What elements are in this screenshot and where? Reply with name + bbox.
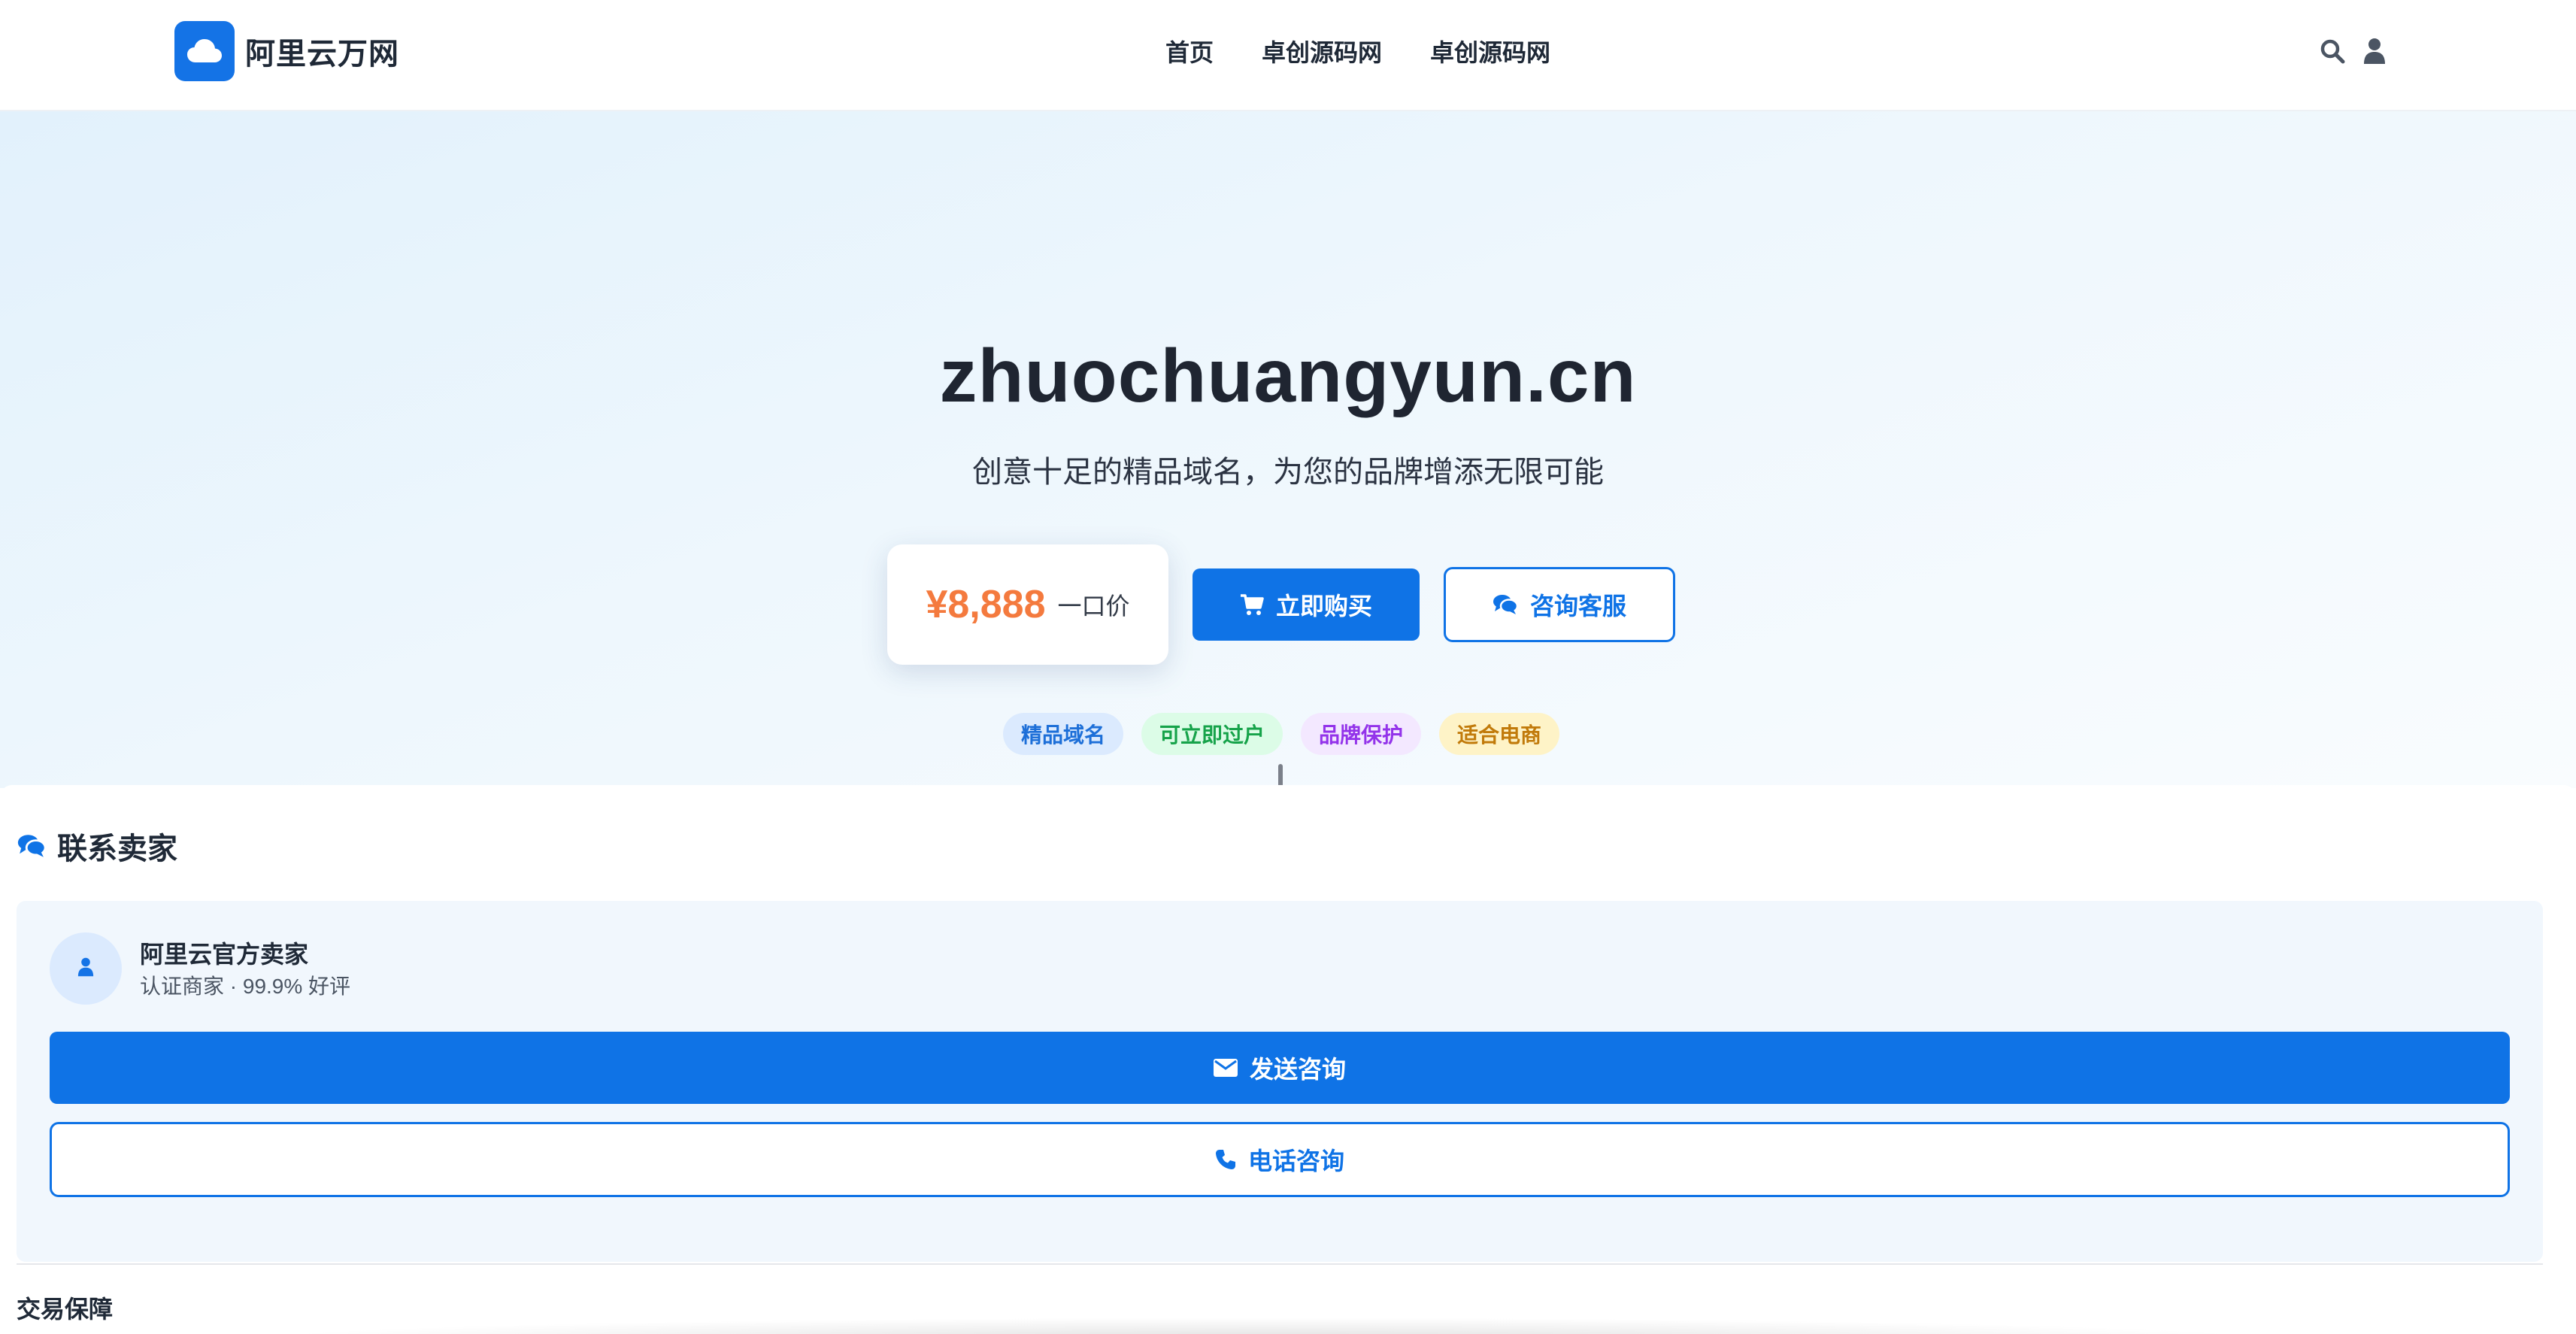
cart-icon: [1240, 593, 1264, 616]
nav-item-source-1[interactable]: 卓创源码网: [1262, 34, 1382, 68]
send-inquiry-label: 发送咨询: [1249, 1056, 1346, 1083]
user-icon: [77, 957, 94, 981]
hero-subtitle: 创意十足的精品域名，为您的品牌增添无限可能: [972, 456, 1604, 489]
feature-tags: 精品域名 可立即过户 品牌保护 适合电商: [1003, 713, 1560, 755]
avatar: [50, 932, 122, 1005]
buy-now-button[interactable]: 立即购买: [1193, 568, 1420, 641]
nav-item-home[interactable]: 首页: [1165, 34, 1214, 68]
trade-guarantee-title: 交易保障: [17, 1296, 114, 1323]
tag-ecommerce: 适合电商: [1439, 713, 1560, 755]
domain-name-title: zhuochuangyun.cn: [939, 334, 1637, 418]
consult-service-label: 咨询客服: [1529, 593, 1626, 620]
section-divider: [17, 1263, 2543, 1265]
contact-section-title: 联系卖家: [17, 824, 177, 868]
buy-now-label: 立即购买: [1275, 593, 1372, 620]
tag-transfer: 可立即过户: [1141, 713, 1283, 755]
cloud-icon: [174, 21, 235, 81]
send-inquiry-button[interactable]: 发送咨询: [50, 1032, 2510, 1104]
contact-title-text: 联系卖家: [57, 832, 177, 866]
chat-icon: [1493, 593, 1518, 616]
bottom-card-shadow: [241, 1317, 2286, 1334]
phone-inquiry-button[interactable]: 电话咨询: [50, 1122, 2510, 1197]
price-value: ¥8,888: [926, 583, 1046, 626]
site-logo[interactable]: 阿里云万网: [174, 21, 399, 81]
hero-section: zhuochuangyun.cn 创意十足的精品域名，为您的品牌增添无限可能 ¥…: [0, 111, 2576, 799]
price-type-label: 一口价: [1057, 593, 1130, 620]
nav-item-source-2[interactable]: 卓创源码网: [1430, 34, 1550, 68]
consult-service-button[interactable]: 咨询客服: [1444, 567, 1675, 642]
seller-panel: 阿里云官方卖家 认证商家 · 99.9% 好评 发送咨询 电话咨询: [17, 901, 2543, 1262]
tag-brand-protection: 品牌保护: [1301, 713, 1422, 755]
seller-rating: 认证商家 · 99.9% 好评: [140, 975, 351, 998]
search-icon[interactable]: [2316, 35, 2349, 68]
phone-icon: [1215, 1149, 1236, 1170]
phone-inquiry-label: 电话咨询: [1247, 1148, 1344, 1175]
user-icon[interactable]: [2358, 35, 2391, 68]
main-nav: 首页 卓创源码网 卓创源码网: [1165, 30, 1550, 72]
site-header: 阿里云万网 首页 卓创源码网 卓创源码网: [0, 0, 2576, 111]
header-actions: [2316, 35, 2391, 68]
seller-name: 阿里云官方卖家: [140, 941, 309, 968]
envelope-icon: [1213, 1059, 1238, 1077]
tag-premium: 精品域名: [1003, 713, 1124, 755]
chat-icon: [17, 833, 47, 859]
price-card: ¥8,888 一口价: [887, 544, 1168, 665]
logo-text: 阿里云万网: [245, 38, 399, 71]
contact-seller-section: 联系卖家 阿里云官方卖家 认证商家 · 99.9% 好评 发送咨询 电话咨询 交…: [0, 785, 2576, 1334]
